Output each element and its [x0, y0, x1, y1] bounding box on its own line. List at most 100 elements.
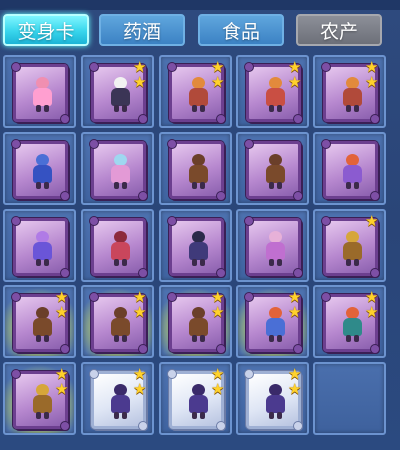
card-scroll-end	[89, 216, 99, 226]
figure-body	[266, 88, 285, 106]
star-rating: ★ ★	[211, 367, 227, 397]
transformation-card-pink-dancer-icon	[244, 216, 303, 278]
character-figure	[107, 231, 133, 266]
star-rating: ★ ★	[55, 290, 71, 320]
character-figure	[29, 154, 55, 189]
card-scroll-end	[321, 292, 331, 302]
figure-leg	[200, 335, 205, 342]
card-scroll-end	[11, 139, 21, 149]
figure-leg	[192, 182, 197, 189]
star-icon: ★	[211, 73, 225, 91]
character-figure	[339, 231, 365, 266]
figure-leg	[346, 182, 351, 189]
figure-body	[266, 318, 285, 336]
figure-leg	[114, 335, 119, 342]
card-scroll-end	[138, 344, 148, 354]
inventory-slot[interactable]: ★ ★	[81, 55, 154, 128]
inventory-slot[interactable]	[3, 132, 76, 205]
figure-body	[33, 318, 52, 336]
figure-leg	[36, 412, 41, 419]
figure-leg	[346, 335, 351, 342]
star-icon: ★	[288, 73, 302, 91]
card-scroll-end	[89, 62, 99, 72]
inventory-slot[interactable]	[313, 132, 386, 205]
tab-transformation-cards[interactable]: 变身卡	[3, 14, 89, 46]
inventory-grid: ★ ★ ★ ★ ★ ★ ★ ★ ★ ★ ★ ★ ★ ★ ★ ★ ★ ★ ★ ★ ★ ★ ★ ★ ★ ★ ★	[0, 50, 400, 450]
card-scroll-end	[89, 139, 99, 149]
inventory-slot[interactable]: ★ ★	[313, 285, 386, 358]
inventory-slot[interactable]: ★ ★	[236, 285, 309, 358]
tab-farm-produce[interactable]: 农产	[296, 14, 382, 46]
inventory-slot[interactable]: ★ ★	[81, 362, 154, 435]
character-figure	[185, 307, 211, 342]
star-icon: ★	[365, 212, 379, 230]
inventory-slot[interactable]	[81, 209, 154, 282]
transformation-card-cowboy-rider-icon	[244, 139, 303, 201]
star-rating: ★ ★	[211, 290, 227, 320]
figure-leg	[200, 259, 205, 266]
character-figure	[107, 307, 133, 342]
figure-body	[111, 318, 130, 336]
figure-leg	[114, 259, 119, 266]
figure-leg	[277, 105, 282, 112]
card-scroll-end	[60, 344, 70, 354]
figure-leg	[277, 412, 282, 419]
figure-leg	[44, 105, 49, 112]
figure-body	[189, 318, 208, 336]
figure-leg	[277, 259, 282, 266]
figure-leg	[269, 105, 274, 112]
card-scroll-end	[293, 421, 303, 431]
card-scroll-end	[60, 191, 70, 201]
figure-leg	[36, 335, 41, 342]
card-scroll-end	[321, 62, 331, 72]
inventory-slot[interactable]: ★ ★	[236, 362, 309, 435]
inventory-slot[interactable]: ★ ★	[159, 55, 232, 128]
figure-leg	[122, 182, 127, 189]
star-rating: ★ ★	[133, 367, 149, 397]
card-scroll-end	[244, 139, 254, 149]
character-figure	[262, 77, 288, 112]
inventory-slot[interactable]	[81, 132, 154, 205]
character-figure	[29, 77, 55, 112]
figure-leg	[200, 412, 205, 419]
transformation-card-purple-cat-icon	[11, 216, 70, 278]
inventory-slot[interactable]: ★ ★	[159, 362, 232, 435]
inventory-slot[interactable]: ★ ★	[236, 55, 309, 128]
card-scroll-end	[370, 114, 380, 124]
star-icon: ★	[365, 73, 379, 91]
inventory-slot[interactable]	[3, 209, 76, 282]
card-scroll-end	[60, 268, 70, 278]
star-icon: ★	[55, 303, 69, 321]
card-scroll-end	[216, 114, 226, 124]
character-figure	[29, 307, 55, 342]
inventory-slot[interactable]: ★ ★	[159, 285, 232, 358]
inventory-slot[interactable]	[159, 209, 232, 282]
figure-leg	[277, 182, 282, 189]
figure-leg	[269, 412, 274, 419]
figure-leg	[346, 259, 351, 266]
tab-food[interactable]: 食品	[198, 14, 284, 46]
card-scroll-end	[370, 344, 380, 354]
figure-leg	[114, 412, 119, 419]
card-scroll-end	[60, 114, 70, 124]
figure-leg	[192, 412, 197, 419]
category-tabs: 变身卡 药酒 食品 农产	[0, 14, 400, 50]
inventory-slot[interactable]	[236, 132, 309, 205]
inventory-slot[interactable]: ★	[313, 209, 386, 282]
card-scroll-end	[11, 369, 21, 379]
figure-leg	[277, 335, 282, 342]
inventory-slot[interactable]: ★ ★	[3, 362, 76, 435]
empty-inventory-slot[interactable]	[313, 362, 386, 435]
inventory-slot[interactable]: ★ ★	[313, 55, 386, 128]
figure-body	[189, 88, 208, 106]
inventory-slot[interactable]	[159, 132, 232, 205]
tab-medicinal-wine[interactable]: 药酒	[99, 14, 185, 46]
inventory-slot[interactable]	[236, 209, 309, 282]
star-icon: ★	[133, 73, 147, 91]
inventory-slot[interactable]	[3, 55, 76, 128]
inventory-slot[interactable]: ★ ★	[81, 285, 154, 358]
inventory-slot[interactable]: ★ ★	[3, 285, 76, 358]
figure-leg	[44, 335, 49, 342]
figure-leg	[114, 105, 119, 112]
card-scroll-end	[167, 62, 177, 72]
